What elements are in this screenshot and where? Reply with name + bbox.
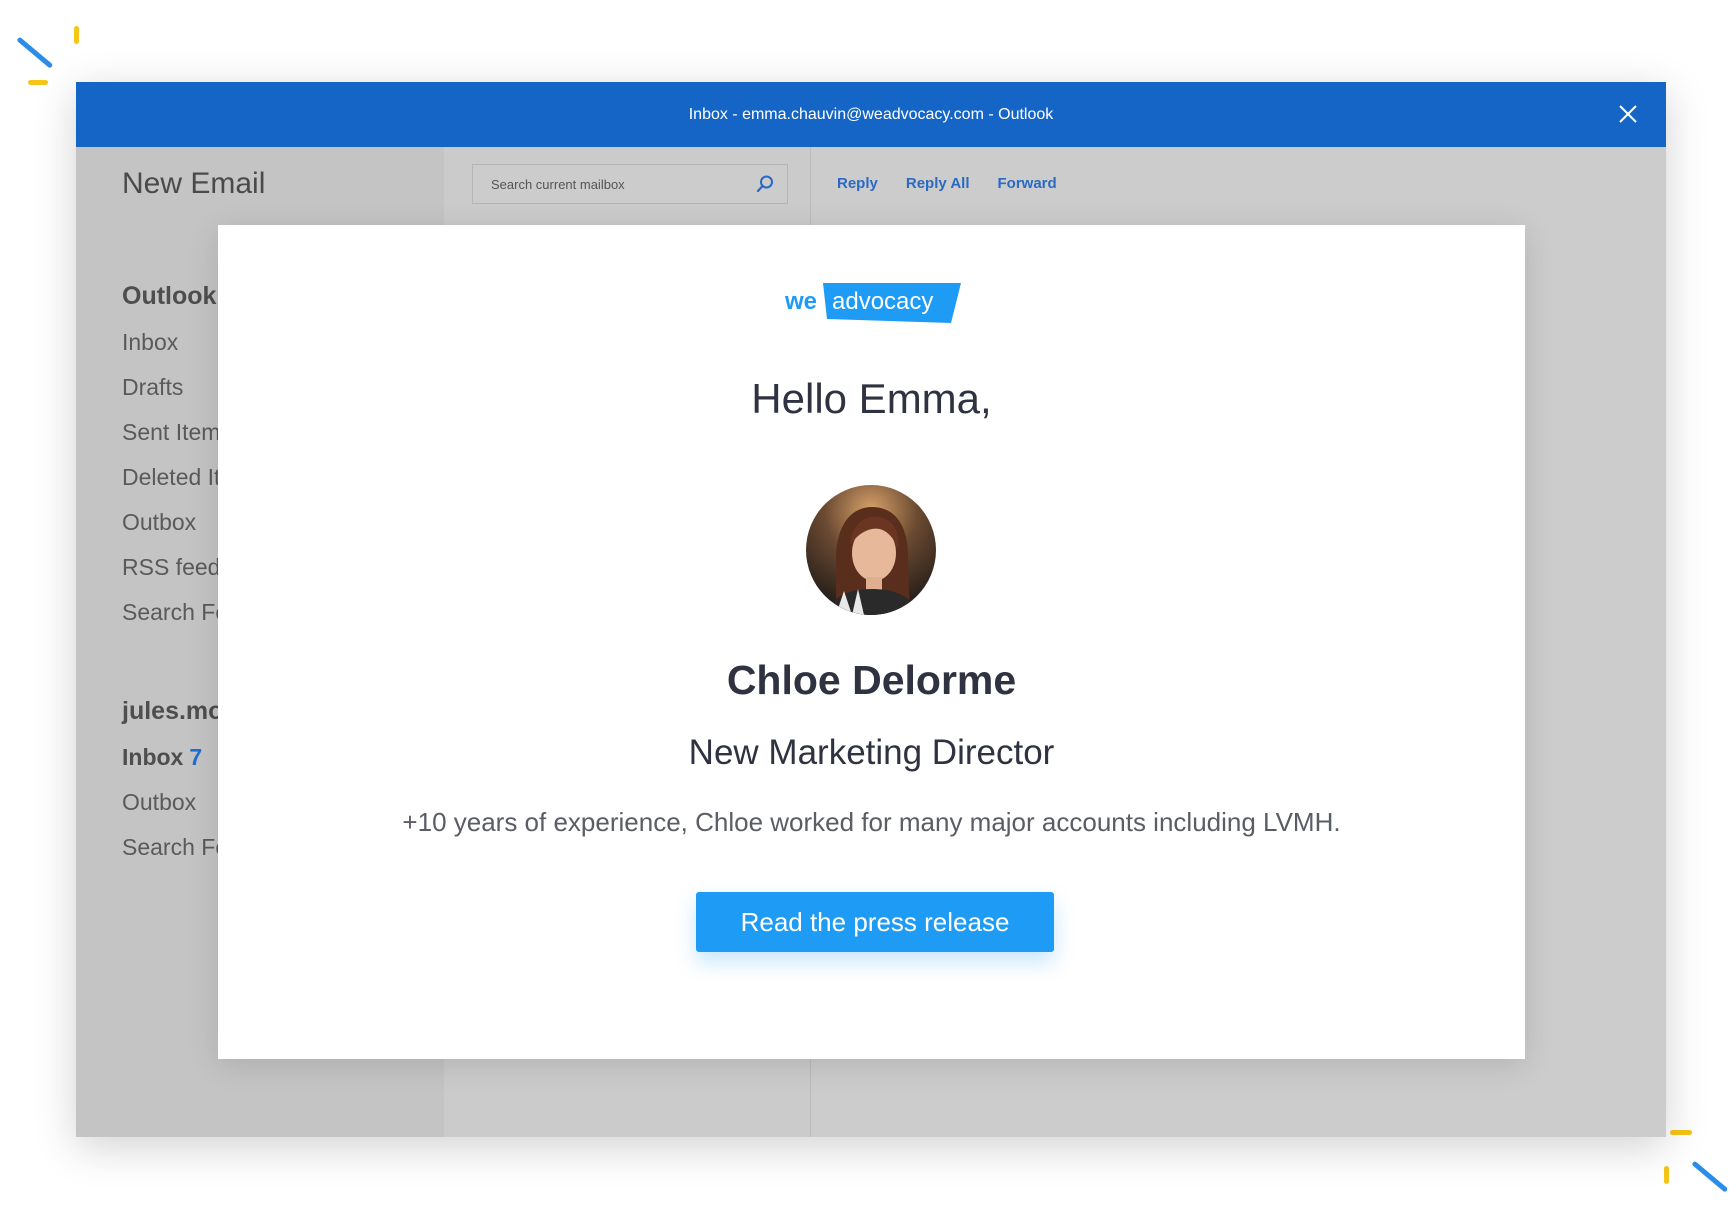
decor-spark-blue-bottom <box>1691 1160 1729 1193</box>
forward-button[interactable]: Forward <box>998 175 1057 192</box>
folder-inbox[interactable]: Inbox <box>122 329 178 356</box>
folder-outbox[interactable]: Outbox <box>122 509 196 536</box>
weadvocacy-logo: we advocacy <box>784 283 961 323</box>
folder-drafts[interactable]: Drafts <box>122 374 183 401</box>
folder-inbox-jules[interactable]: Inbox 7 <box>122 744 202 771</box>
close-button[interactable] <box>1616 102 1640 126</box>
email-content-card: we advocacy Hello Emma, Chloe Delorme Ne… <box>218 225 1525 1059</box>
read-press-release-button[interactable]: Read the press release <box>696 892 1054 952</box>
window-title: Inbox - emma.chauvin@weadvocacy.com - Ou… <box>688 105 1054 123</box>
new-email-button[interactable]: New Email <box>122 167 265 201</box>
avatar <box>806 485 936 615</box>
avatar-portrait <box>806 485 936 615</box>
close-icon <box>1619 105 1637 123</box>
unread-count-badge: 7 <box>189 744 203 770</box>
decor-spark-yellow-top-h <box>28 80 48 85</box>
reply-all-button[interactable]: Reply All <box>906 175 970 192</box>
search-icon[interactable] <box>755 174 775 194</box>
greeting: Hello Emma, <box>751 375 992 422</box>
folder-sent-items[interactable]: Sent Items <box>122 419 232 446</box>
message-toolbar: Reply Reply All Forward <box>837 175 1057 192</box>
decor-spark-yellow-bottom-h <box>1670 1130 1692 1135</box>
decor-spark-blue-top <box>16 36 54 69</box>
folder-inbox-jules-label: Inbox <box>122 744 184 770</box>
account-jules-title[interactable]: jules.mo <box>122 697 223 726</box>
decor-spark-yellow-top-v <box>74 26 79 44</box>
account-outlook-title[interactable]: Outlook <box>122 282 216 311</box>
folder-outbox-jules[interactable]: Outbox <box>122 789 196 816</box>
decor-spark-yellow-bottom-v <box>1664 1166 1669 1184</box>
logo-advocacy-text: advocacy <box>832 288 933 315</box>
person-bio: +10 years of experience, Chloe worked fo… <box>402 807 1341 837</box>
reply-button[interactable]: Reply <box>837 175 878 192</box>
search-input[interactable] <box>489 175 739 193</box>
person-role: New Marketing Director <box>688 733 1055 772</box>
search-box <box>472 164 788 204</box>
logo-we-text: we <box>784 288 817 315</box>
person-name: Chloe Delorme <box>726 657 1017 703</box>
title-bar: Inbox - emma.chauvin@weadvocacy.com - Ou… <box>76 82 1666 147</box>
folder-rss-feeds[interactable]: RSS feeds <box>122 554 232 581</box>
